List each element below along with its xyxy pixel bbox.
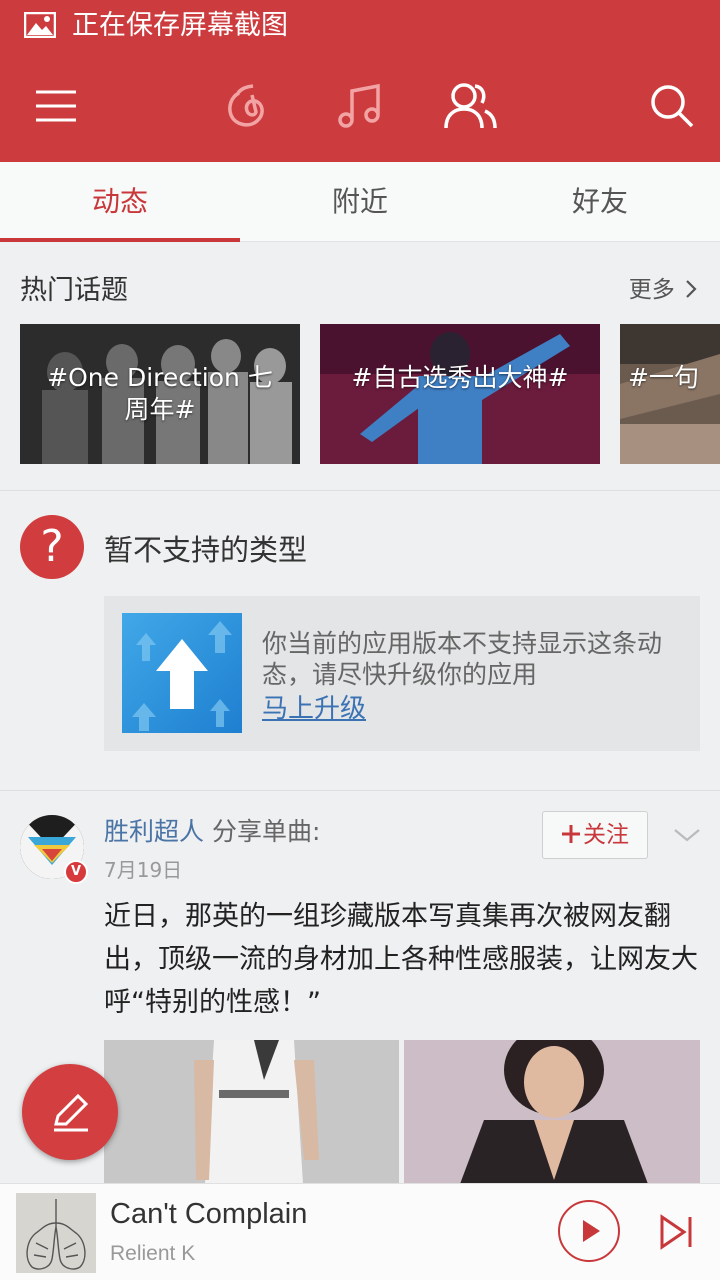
artist-name: Relient K [110, 1242, 196, 1265]
chevron-down-icon[interactable] [672, 820, 702, 850]
compose-button[interactable] [22, 1064, 118, 1160]
topic-label: #One Direction 七周年# [47, 363, 273, 424]
top-nav [0, 52, 720, 162]
post-action: 分享单曲: [204, 817, 321, 846]
post-text: 近日，那英的一组珍藏版本写真集再次被网友翻出，顶级一流的身材加上各种性感服装，让… [104, 901, 698, 1018]
post-photo[interactable] [404, 1040, 700, 1200]
follow-label: 关注 [583, 822, 629, 848]
upload-arrow-icon [132, 621, 232, 731]
topic-photo [620, 324, 720, 464]
tab-nearby[interactable]: 附近 [240, 162, 480, 242]
chevron-right-icon [686, 280, 697, 298]
tab-dynamic[interactable]: 动态 [0, 162, 240, 242]
photo-image [404, 1040, 700, 1200]
search-icon[interactable] [642, 76, 702, 136]
section-divider [0, 490, 720, 491]
post-photo[interactable] [104, 1040, 399, 1200]
menu-icon[interactable] [26, 76, 86, 136]
status-text: 正在保存屏幕截图 [72, 10, 288, 41]
netease-music-icon[interactable] [218, 76, 278, 136]
play-icon [583, 1220, 600, 1242]
play-button[interactable] [558, 1200, 620, 1262]
friends-icon[interactable] [440, 76, 500, 136]
next-track-icon[interactable] [656, 1212, 696, 1252]
upgrade-image [122, 613, 242, 733]
topic-photo [320, 324, 600, 464]
album-cover[interactable] [16, 1193, 96, 1273]
more-label: 更多 [628, 277, 675, 303]
image-icon [24, 12, 56, 38]
photo-image [104, 1040, 399, 1200]
author-name[interactable]: 胜利超人 [104, 817, 204, 846]
tab-friends[interactable]: 好友 [480, 162, 720, 242]
song-title: Can't Complain [110, 1198, 308, 1230]
post-date: 7月19日 [104, 858, 183, 882]
topic-label: #自古选秀出大神# [351, 363, 569, 392]
album-art [16, 1193, 96, 1273]
verified-badge: V [64, 860, 88, 884]
feed-tabs: 动态 附近 好友 [0, 162, 720, 242]
hot-topics-title: 热门话题 [20, 275, 128, 306]
music-note-icon[interactable] [330, 76, 390, 136]
tab-indicator [0, 238, 240, 242]
upgrade-message: 你当前的应用版本不支持显示这条动态，请尽快升级你的应用 [262, 629, 663, 689]
upgrade-now-link[interactable]: 马上升级 [262, 688, 366, 725]
topic-card[interactable]: #One Direction 七周年# [20, 324, 300, 464]
topic-card[interactable]: #一句 [620, 324, 720, 464]
status-bar: 正在保存屏幕截图 [0, 0, 720, 52]
plus-icon [562, 825, 580, 843]
post-header: 胜利超人 分享单曲: [104, 812, 320, 848]
unsupported-title: 暂不支持的类型 [104, 533, 308, 567]
more-link[interactable]: 更多 [629, 270, 698, 304]
section-divider [0, 790, 720, 791]
pencil-icon [54, 1093, 89, 1132]
topic-label: #一句 [628, 363, 699, 392]
follow-button[interactable]: 关注 [542, 811, 648, 859]
topic-card[interactable]: #自古选秀出大神# [320, 324, 600, 464]
question-icon: ? [20, 515, 84, 579]
player-bar[interactable]: Can't Complain Relient K [0, 1183, 720, 1280]
upgrade-box: 你当前的应用版本不支持显示这条动态，请尽快升级你的应用 马上升级 [104, 596, 700, 751]
